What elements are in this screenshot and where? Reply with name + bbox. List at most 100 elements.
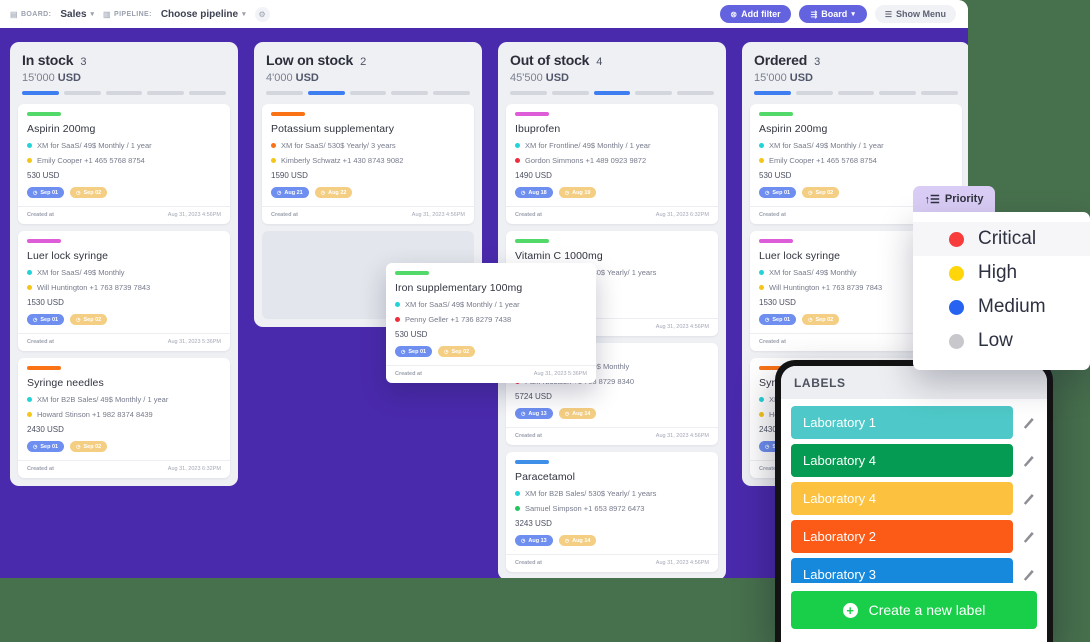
- card-pill-start[interactable]: ◷ Aug 21: [271, 187, 309, 198]
- priority-tab-header[interactable]: ↑☰ Priority: [913, 186, 995, 212]
- card-pill-end[interactable]: ◷Sep 02: [802, 187, 840, 198]
- card-pill-start[interactable]: ◷Sep 01: [27, 314, 65, 325]
- pencil-icon[interactable]: [1020, 491, 1037, 506]
- label-chip-text: Laboratory 4: [803, 453, 876, 468]
- card-pill-start[interactable]: ◷ Aug 13: [515, 408, 553, 419]
- labels-header: LABELS: [781, 366, 1047, 399]
- card-pill-start[interactable]: ◷Sep 01: [27, 441, 65, 452]
- person-status-dot: [759, 412, 764, 417]
- person-status-dot: [27, 412, 32, 417]
- card-created-label: Created at: [27, 466, 54, 472]
- card-person-row: Howard Stinson +1 982 8374 8439: [27, 410, 221, 419]
- card-created-label: Created at: [515, 433, 542, 439]
- card-pill-start[interactable]: ◷Sep 01: [27, 187, 65, 198]
- create-new-label-button[interactable]: + Create a new label: [791, 591, 1037, 629]
- card-pill-end[interactable]: ◷Sep 02: [70, 314, 108, 325]
- label-list-item[interactable]: Laboratory 2: [791, 520, 1037, 553]
- dragged-card[interactable]: Iron supplementary 100mg XM for SaaS/ 49…: [386, 263, 596, 383]
- pencil-icon[interactable]: [1020, 415, 1037, 430]
- clock-icon: ◷: [401, 348, 406, 355]
- label-list-item[interactable]: Laboratory 4: [791, 482, 1037, 515]
- card-amount: 530 USD: [27, 171, 60, 180]
- label-chip[interactable]: Laboratory 4: [791, 444, 1013, 477]
- card-person-row: Emily Cooper +1 465 5768 8754: [759, 156, 953, 165]
- priority-option[interactable]: Low: [913, 324, 1090, 358]
- card-pill-end[interactable]: ◷Sep 02: [70, 441, 108, 452]
- card-pill-start[interactable]: ◷ Aug 18: [515, 187, 553, 198]
- card-pill-end[interactable]: ◷ Aug 14: [558, 408, 597, 419]
- chevron-down-icon: ▾: [90, 11, 95, 18]
- progress-segment: [635, 91, 673, 95]
- column-progress-segments: [506, 84, 718, 95]
- card-pill-end[interactable]: ◷ Aug 19: [558, 187, 597, 198]
- card-plan-row: XM for SaaS/ 49$ Monthly / 1 year: [27, 141, 221, 150]
- card-title: Luer lock syringe: [27, 250, 109, 262]
- label-chip-text: Laboratory 2: [803, 529, 876, 544]
- priority-option[interactable]: High: [913, 256, 1090, 290]
- clock-icon: ◷: [765, 443, 770, 450]
- clock-icon: ◷: [765, 316, 770, 323]
- card-pill-start[interactable]: ◷Sep 01: [759, 314, 797, 325]
- person-status-dot: [271, 158, 276, 163]
- card-pill-end[interactable]: ◷Sep 02: [802, 314, 840, 325]
- clock-icon: ◷: [320, 189, 326, 196]
- progress-segment: [837, 91, 875, 95]
- card-pill-start[interactable]: ◷ Sep 01: [395, 346, 433, 357]
- card-pill-end[interactable]: ◷ Aug 22: [314, 187, 353, 198]
- board-card[interactable]: Aspirin 200mg XM for SaaS/ 49$ Monthly / …: [18, 104, 230, 224]
- card-created-date: Aug 31, 2023 5:36PM: [167, 339, 221, 345]
- progress-segment: [510, 91, 547, 95]
- label-list-item[interactable]: Laboratory 1: [791, 406, 1037, 439]
- pencil-icon[interactable]: [1020, 453, 1037, 468]
- priority-color-dot: [949, 333, 964, 349]
- gear-icon[interactable]: ⚙: [254, 6, 270, 22]
- pencil-icon[interactable]: [1020, 567, 1037, 582]
- card-pill-start[interactable]: ◷ Aug 13: [515, 535, 553, 546]
- card-pill-start[interactable]: ◷Sep 01: [759, 187, 797, 198]
- card-plan-row: XM for B2B Sales/ 530$ Yearly/ 1 years: [515, 489, 709, 498]
- card-person-text: Kimberly Schwatz +1 430 8743 9082: [281, 156, 404, 165]
- card-pill-end[interactable]: ◷ Sep 02: [438, 346, 476, 357]
- show-menu-button[interactable]: ☰ Show Menu: [874, 5, 956, 23]
- add-filter-button[interactable]: ⊗ Add filter: [720, 5, 791, 23]
- priority-options-list: Critical High Medium Low: [913, 212, 1090, 370]
- card-footer: Created at Aug 31, 2023 5:36PM: [386, 365, 596, 383]
- plan-status-dot: [759, 143, 764, 148]
- board-card[interactable]: Syringe needles XM for B2B Sales/ 49$ Mon…: [18, 358, 230, 478]
- card-pill-end[interactable]: ◷Sep 02: [70, 187, 108, 198]
- board-selector[interactable]: Sales ▾: [60, 9, 94, 20]
- column-count: 2: [360, 56, 367, 68]
- label-chip[interactable]: Laboratory 1: [791, 406, 1013, 439]
- priority-option[interactable]: Medium: [913, 290, 1090, 324]
- label-list-item[interactable]: Laboratory 4: [791, 444, 1037, 477]
- board-card[interactable]: Luer lock syringe XM for SaaS/ 49$ Monthl…: [18, 231, 230, 351]
- card-title: Ibuprofen: [515, 123, 561, 135]
- board-card[interactable]: Ibuprofen XM for Frontline/ 49$ Monthly /…: [506, 104, 718, 224]
- card-plan-text: XM for SaaS/ 49$ Monthly / 1 year: [405, 300, 520, 309]
- clock-icon: ◷: [521, 410, 526, 417]
- label-chip[interactable]: Laboratory 2: [791, 520, 1013, 553]
- card-pill-end[interactable]: ◷ Aug 14: [558, 535, 597, 546]
- plan-status-dot: [395, 302, 400, 307]
- card-plan-text: XM for B2B Sales/ 530$ Yearly/ 1 years: [525, 489, 657, 498]
- card-created-label: Created at: [759, 212, 786, 218]
- clock-icon: ◷: [33, 443, 38, 450]
- card-footer: Created at Aug 31, 2023 6:32PM: [18, 460, 230, 478]
- labels-title: LABELS: [794, 376, 846, 390]
- person-status-dot: [515, 506, 520, 511]
- priority-option[interactable]: Critical: [913, 222, 1090, 256]
- phone-mockup: LABELS Laboratory 1 Laboratory 4 Laborator…: [775, 360, 1053, 642]
- pipeline-selector[interactable]: Choose pipeline ▾: [161, 9, 246, 20]
- progress-segment: [63, 91, 101, 95]
- card-pill-start-label: Sep 01: [40, 189, 59, 196]
- card-created-date: Aug 31, 2023 4:56PM: [167, 212, 221, 218]
- board-card[interactable]: Potassium supplementary XM for SaaS/ 530$…: [262, 104, 474, 224]
- card-plan-row: XM for SaaS/ 49$ Monthly / 1 year: [759, 141, 953, 150]
- board-view-button[interactable]: ⇶ Board ▾: [798, 5, 867, 23]
- plan-status-dot: [27, 397, 32, 402]
- board-card[interactable]: Paracetamol XM for B2B Sales/ 530$ Yearly…: [506, 452, 718, 572]
- card-plan-row: XM for SaaS/ 530$ Yearly/ 3 years: [271, 141, 465, 150]
- label-chip[interactable]: Laboratory 4: [791, 482, 1013, 515]
- pencil-icon[interactable]: [1020, 529, 1037, 544]
- board-small-icon: ▤: [10, 9, 18, 19]
